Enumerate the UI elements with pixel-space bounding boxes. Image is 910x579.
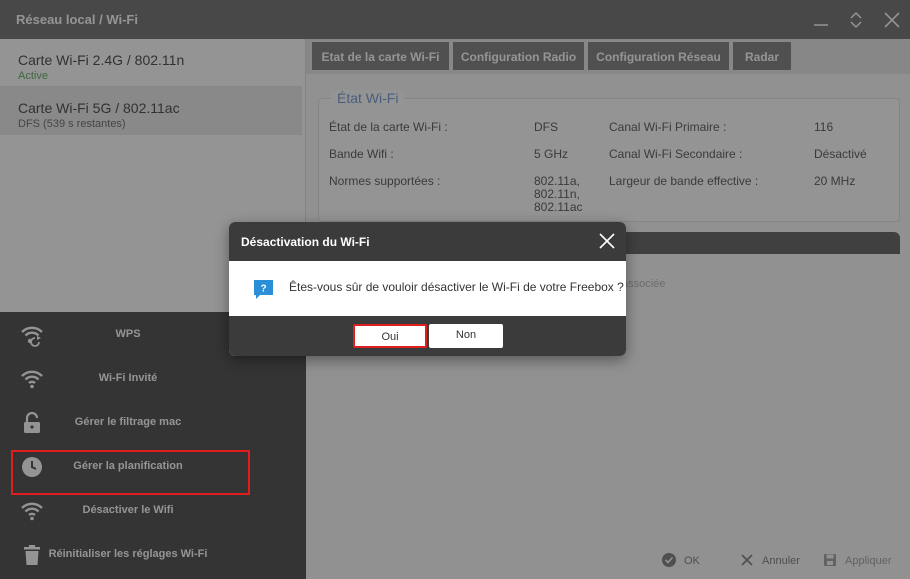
yes-button[interactable]: Oui (353, 324, 427, 348)
question-icon: ? (253, 279, 274, 300)
dialog-body: ? Êtes-vous sûr de vouloir désactiver le… (229, 261, 626, 316)
dialog-close-icon[interactable] (598, 232, 616, 250)
no-button[interactable]: Non (429, 324, 503, 348)
dialog-message: Êtes-vous sûr de vouloir désactiver le W… (289, 280, 624, 294)
confirm-dialog: Désactivation du Wi-Fi ? Êtes-vous sûr d… (229, 222, 626, 356)
dialog-footer: Oui Non (229, 316, 626, 356)
dialog-header: Désactivation du Wi-Fi (229, 222, 626, 261)
highlight-disable-wifi (11, 450, 250, 495)
dialog-title: Désactivation du Wi-Fi (241, 235, 370, 249)
svg-text:?: ? (260, 284, 266, 295)
